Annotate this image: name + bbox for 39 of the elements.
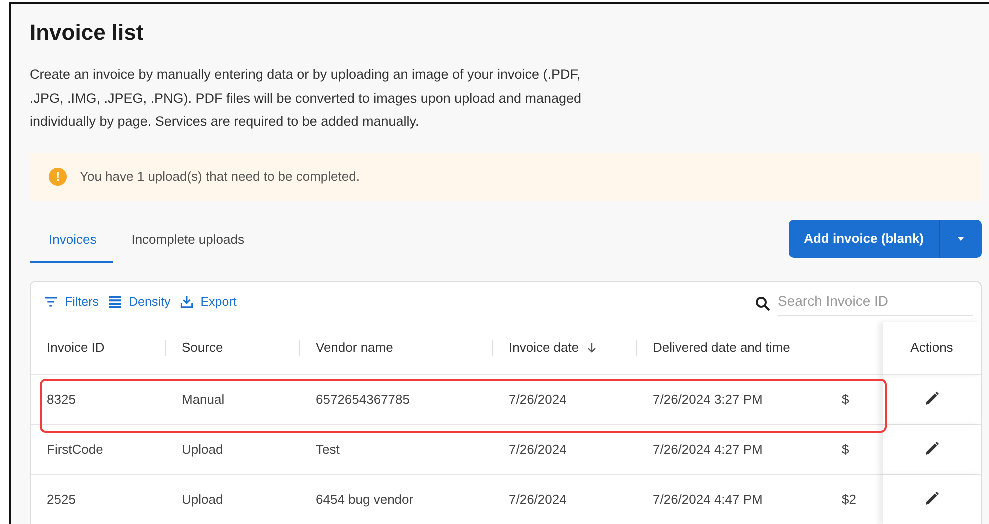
table-cell: Manual (166, 374, 300, 424)
column-header[interactable]: Actions (910, 340, 954, 355)
table-cell: 7/26/2024 4:47 PM (637, 474, 830, 524)
column-header[interactable]: Source (182, 340, 224, 355)
density-icon (107, 294, 124, 310)
filters-button[interactable]: Filters (43, 294, 100, 310)
alert-message: You have 1 upload(s) that need to be completed. (80, 169, 360, 184)
column-header[interactable]: Vendor name (316, 340, 394, 355)
table-cell: 6454 bug vendor (300, 474, 493, 524)
search-field[interactable]: Search Invoice ID (778, 291, 973, 316)
table-cell: 7/26/2024 (493, 424, 637, 474)
export-icon (178, 294, 195, 310)
table-cell: 2525 (31, 474, 166, 524)
table-cell: 7/26/2024 (493, 374, 637, 424)
pencil-icon (923, 440, 941, 458)
table-cell: 7/26/2024 3:27 PM (637, 374, 830, 424)
table-cell: FirstCode (31, 424, 166, 474)
tab[interactable]: Incomplete uploads (112, 220, 260, 262)
add-invoice-button[interactable]: Add invoice (blank) (789, 220, 940, 258)
table-cell: 7/26/2024 4:27 PM (637, 424, 830, 474)
table-cell: Upload (166, 424, 300, 474)
column-header[interactable]: Invoice date (509, 340, 580, 355)
table-cell: 6572654367785 (300, 374, 493, 424)
table-cell: 8325 (31, 374, 166, 424)
pencil-icon (923, 390, 941, 408)
description-text: Create an invoice by manually entering data or by uploading an image of your invoice (.PDF, .JPG, .IMG, .JPEG, .PNG). PDF files will be converted to images upon upload and managed individually by page. Services are required to be added manually. (30, 66, 583, 131)
dropdown-button[interactable] (940, 220, 982, 258)
table-cell: Test (300, 424, 493, 474)
density-button[interactable]: Density (107, 294, 171, 310)
pencil-icon (923, 490, 941, 508)
tab[interactable]: Invoices (30, 220, 113, 262)
export-button[interactable]: Export (178, 294, 237, 310)
table-cell: Upload (166, 474, 300, 524)
page-title: Invoice list (30, 19, 145, 47)
column-header[interactable]: Delivered date and time (653, 340, 790, 355)
warning-icon: ! (49, 168, 67, 186)
search-icon (754, 294, 772, 312)
column-header[interactable]: Invoice ID (47, 340, 105, 355)
table-cell: 7/26/2024 (493, 474, 637, 524)
